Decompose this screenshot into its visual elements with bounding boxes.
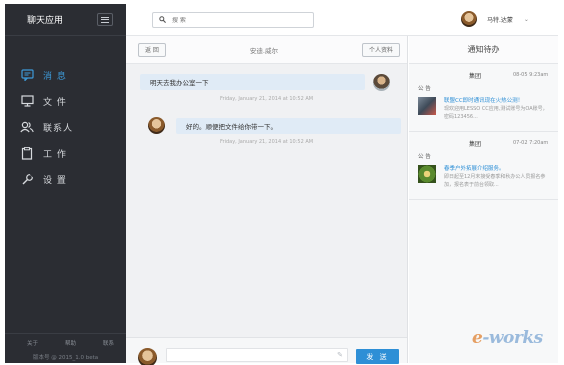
sidebar-item-work[interactable]: 工 作 xyxy=(5,140,126,166)
contact-avatar xyxy=(373,74,390,91)
message-timestamp: Friday, January 21, 2014 at 10:52 AM xyxy=(220,96,314,102)
chevron-down-icon[interactable]: ⌄ xyxy=(524,16,529,23)
notice-group: 集团 xyxy=(469,141,482,148)
sidebar-header: 聊天应用 xyxy=(5,4,126,36)
app-title: 聊天应用 xyxy=(27,16,64,26)
chat-panel: 返 回 安迪.威尔 个人资料 明天去我办公室一下 Friday, January… xyxy=(126,36,408,365)
chat-toolbar: 返 回 安迪.威尔 个人资料 xyxy=(126,36,407,64)
help-link[interactable]: 帮助 xyxy=(65,339,76,347)
contacts-icon xyxy=(20,120,34,134)
notice-group: 集团 xyxy=(469,73,482,80)
sidebar-item-label: 联系人 xyxy=(43,123,74,134)
notice-description: 现欢迎用LESSO CC应用,测试账号为OA账号，密码123456... xyxy=(444,106,548,120)
notice-type: 公 告 xyxy=(418,86,431,92)
monitor-icon xyxy=(20,94,34,108)
notice-thumbnail xyxy=(418,165,436,183)
settings-icon xyxy=(20,172,34,186)
chat-icon xyxy=(20,68,34,82)
sidebar-item-label: 设 置 xyxy=(43,175,67,186)
message-input[interactable]: ✎ xyxy=(166,348,348,362)
contact-link[interactable]: 联系 xyxy=(103,339,114,347)
hamburger-menu-icon[interactable] xyxy=(97,13,113,26)
notice-headline[interactable]: 联盟CC即时通讯现在火热公测！ xyxy=(444,96,523,104)
top-header: 马特.达蒙 ⌄ xyxy=(126,4,558,36)
sidebar-item-settings[interactable]: 设 置 xyxy=(5,166,126,192)
logo-letter: e xyxy=(472,328,483,348)
send-button[interactable]: 发 送 xyxy=(356,349,399,364)
notice-description: 即日起至12月末接受春季和秋办公人员报名参加，报名表于前台领取... xyxy=(444,174,546,188)
message-bubble-incoming: 好的。顺便把文件给你带一下。 xyxy=(176,118,401,134)
sidebar-nav: 消 息 文 件 联系人 工 作 设 置 xyxy=(5,62,126,192)
notice-time: 07-02 7:20am xyxy=(513,140,549,146)
notice-time: 08-05 9:23am xyxy=(513,72,549,78)
sidebar-footer: 关于 帮助 联系 版本号 @ 2015_1.0 beta xyxy=(5,333,126,363)
notice-card[interactable]: 集团 07-02 7:20am 公 告 春季户外拓展介绍服务。 即日起至12月末… xyxy=(409,132,558,200)
profile-button[interactable]: 个人资料 xyxy=(361,42,400,57)
user-name: 马特.达蒙 xyxy=(487,16,513,24)
message-bubble-outgoing: 明天去我办公室一下 xyxy=(140,74,365,90)
logo-text: -works xyxy=(482,328,543,348)
sidebar-item-label: 文 件 xyxy=(43,97,67,108)
search-icon xyxy=(159,15,166,25)
version-text: 版本号 @ 2015_1.0 beta xyxy=(33,355,99,361)
about-link[interactable]: 关于 xyxy=(27,339,38,347)
avatar xyxy=(461,11,477,27)
sidebar-item-label: 消 息 xyxy=(43,71,67,82)
avatar xyxy=(138,348,157,365)
sidebar-item-files[interactable]: 文 件 xyxy=(5,88,126,114)
sidebar: 聊天应用 消 息 文 件 联系人 工 作 设 置 关于 帮助 联系 版本号 @ … xyxy=(5,4,126,363)
user-avatar xyxy=(148,117,165,134)
search-input[interactable] xyxy=(172,16,302,24)
pencil-icon: ✎ xyxy=(337,351,343,359)
clipboard-icon xyxy=(20,146,34,160)
user-menu[interactable]: 马特.达蒙 ⌄ xyxy=(461,11,529,27)
contact-name: 安迪.威尔 xyxy=(249,46,278,55)
notice-card[interactable]: 集团 08-05 9:23am 公 告 联盟CC即时通讯现在火热公测！ 现欢迎用… xyxy=(409,64,558,132)
notice-type: 公 告 xyxy=(418,154,431,160)
message-composer: ✎ 发 送 xyxy=(126,337,407,365)
notice-thumbnail xyxy=(418,97,436,115)
notice-panel: 通知待办 集团 08-05 9:23am 公 告 联盟CC即时通讯现在火热公测！… xyxy=(409,36,558,363)
eworks-watermark-logo: e-works xyxy=(472,328,543,348)
back-button[interactable]: 返 回 xyxy=(138,42,166,57)
sidebar-item-label: 工 作 xyxy=(43,149,67,160)
search-box[interactable] xyxy=(152,12,314,28)
sidebar-item-messages[interactable]: 消 息 xyxy=(5,62,126,88)
sidebar-item-contacts[interactable]: 联系人 xyxy=(5,114,126,140)
notice-headline[interactable]: 春季户外拓展介绍服务。 xyxy=(444,164,505,172)
message-timestamp: Friday, January 21, 2014 at 10:52 AM xyxy=(220,139,314,145)
notice-panel-title: 通知待办 xyxy=(409,36,558,64)
